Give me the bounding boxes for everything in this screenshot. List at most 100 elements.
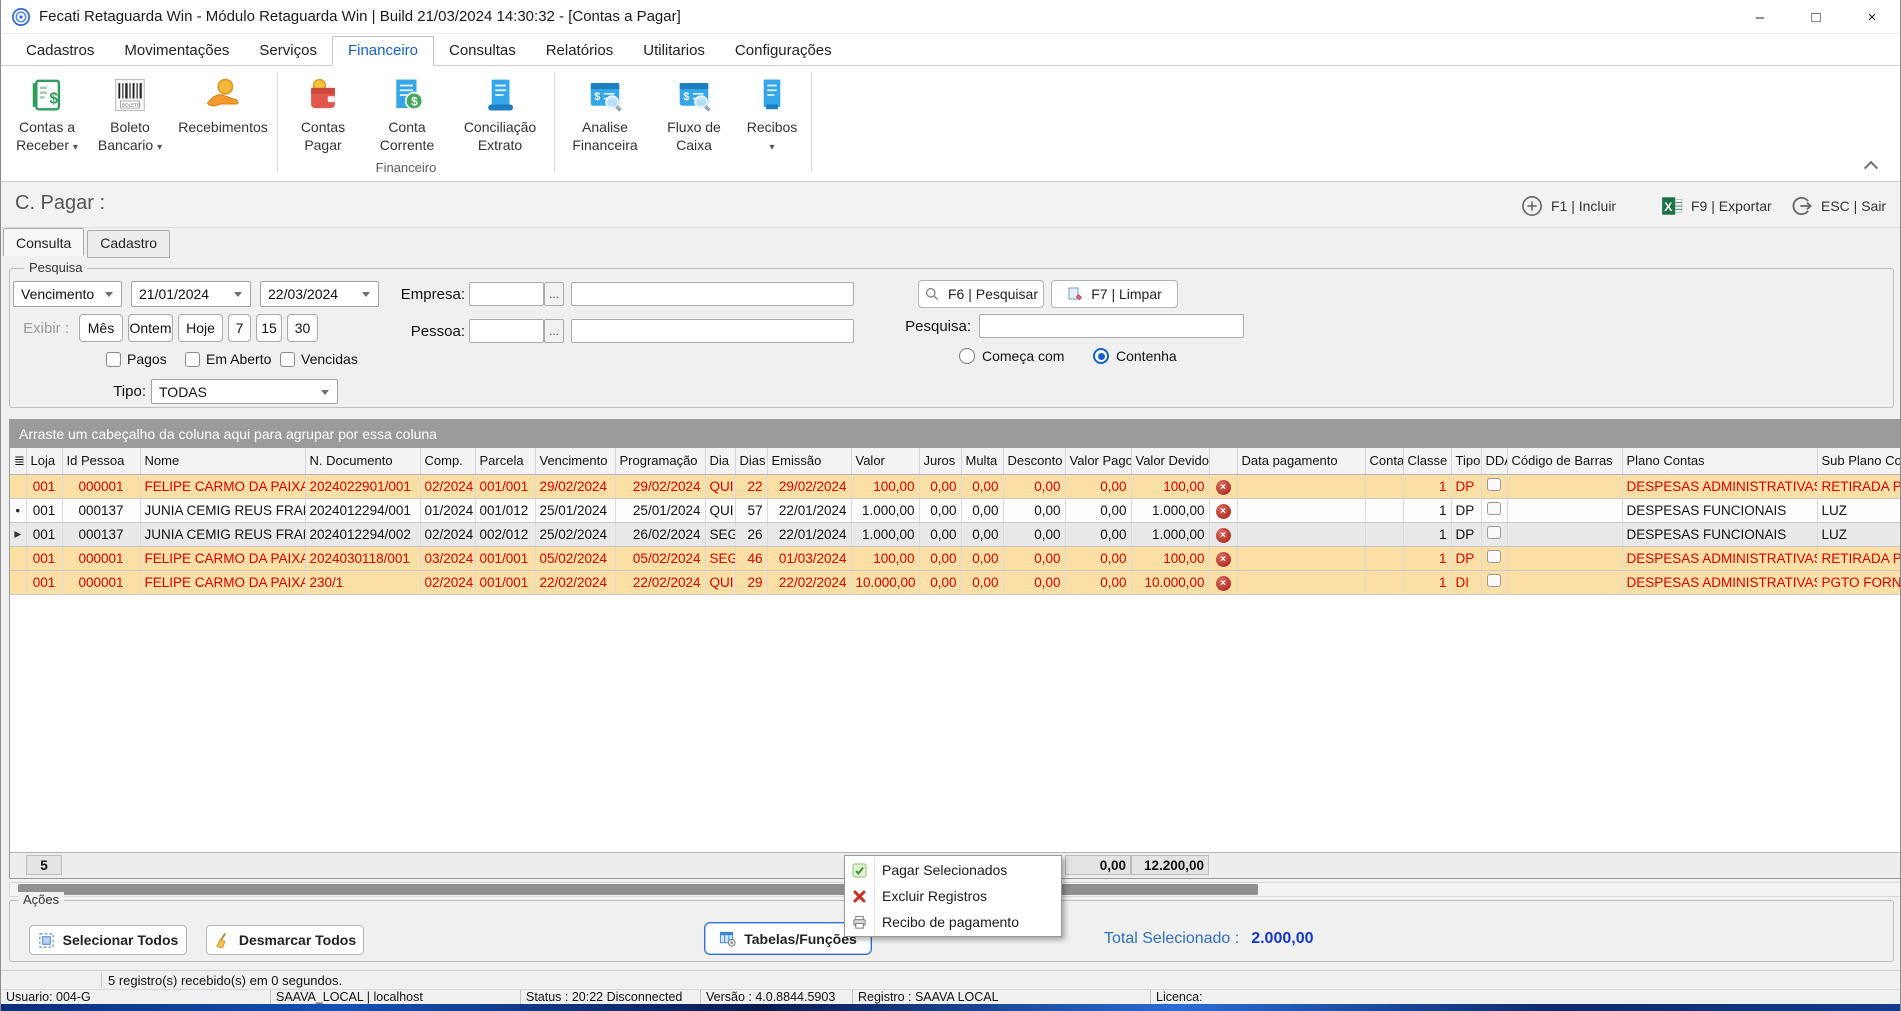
date-from-dropdown[interactable]: 21/01/2024 [131,281,251,307]
pagos-checkbox[interactable]: Pagos [106,351,167,367]
ribbon-conta-corrente-button[interactable]: $ Conta Corrente [364,72,450,154]
table-row[interactable]: 001000001FELIPE CARMO DA PAIXAO202402290… [10,474,1901,498]
empresa-code-input[interactable] [469,282,544,306]
tipo-dropdown[interactable]: TODAS [151,379,338,404]
col-header-ndoc[interactable]: N. Documento [305,448,420,474]
emissao-cell: 22/02/2024 [767,570,851,594]
exportar-button[interactable]: X F9 | Exportar [1661,192,1772,220]
col-header-valor[interactable]: Valor [851,448,919,474]
menu-cadastros[interactable]: Cadastros [11,37,109,65]
col-header-dias[interactable]: Dias [735,448,767,474]
col-header-emissao[interactable]: Emissão [767,448,851,474]
tab-cadastro[interactable]: Cadastro [87,230,170,258]
tab-consulta[interactable]: Consulta [3,228,84,256]
col-header-desconto[interactable]: Desconto [1003,448,1065,474]
col-header-codbarras[interactable]: Código de Barras [1507,448,1622,474]
minimize-button[interactable]: – [1732,0,1788,34]
ribbon-collapse-chevron-icon[interactable] [1866,160,1878,168]
quick-15-button[interactable]: 15 [256,314,282,342]
pessoa-code-input[interactable] [469,319,544,343]
pessoa-lookup-button[interactable]: ... [544,319,564,343]
quick-hoje-button[interactable]: Hoje [178,314,223,342]
ribbon-contas-a-receber-button[interactable]: $ Contas a Receber ▾ [7,72,87,157]
col-header-comp[interactable]: Comp. [420,448,475,474]
pesquisa-input[interactable] [979,314,1244,338]
cancel-circle-icon[interactable]: × [1216,576,1231,591]
col-header-parcela[interactable]: Parcela [475,448,535,474]
cancel-circle-icon[interactable]: × [1216,504,1231,519]
field-selector-dropdown[interactable]: Vencimento [13,281,122,307]
empresa-lookup-button[interactable]: ... [544,282,564,306]
menu-item-recibo-pagamento[interactable]: Recibo de pagamento [845,909,1061,935]
pessoa-name-input[interactable] [571,319,854,343]
menu-movimentacoes[interactable]: Movimentações [109,37,244,65]
col-header-multa[interactable]: Multa [961,448,1003,474]
dda-checkbox[interactable] [1487,502,1501,515]
scrollbar-thumb[interactable] [18,884,1258,895]
table-row[interactable]: 001000001FELIPE CARMO DA PAIXAO202403011… [10,546,1901,570]
dda-checkbox[interactable] [1487,526,1501,539]
col-header-sel[interactable]: ≣ [10,448,26,474]
menu-financeiro[interactable]: Financeiro [332,36,434,66]
menu-item-excluir-registros[interactable]: Excluir Registros [845,883,1061,909]
menu-configuracoes[interactable]: Configurações [720,37,847,65]
col-header-idpessoa[interactable]: Id Pessoa [62,448,140,474]
date-to-dropdown[interactable]: 22/03/2024 [260,281,379,307]
ribbon-analise-financeira-button[interactable]: $ Analise Financeira [559,72,651,154]
cancel-circle-icon[interactable]: × [1216,528,1231,543]
col-header-tipo[interactable]: Tipo [1451,448,1481,474]
table-row[interactable]: 001000001FELIPE CARMO DA PAIXAO230/102/2… [10,570,1901,594]
contenha-radio[interactable]: Contenha [1093,348,1177,364]
table-row[interactable]: •001000137JUNIA CEMIG REUS FRANCA2024012… [10,498,1901,522]
ribbon-recebimentos-button[interactable]: Recebimentos [173,72,273,136]
menu-consultas[interactable]: Consultas [434,37,531,65]
col-header-dda[interactable]: DDA [1481,448,1507,474]
em-aberto-checkbox[interactable]: Em Aberto [185,351,271,367]
menu-item-pagar-selecionados[interactable]: Pagar Selecionados [845,857,1061,883]
dda-checkbox[interactable] [1487,574,1501,587]
maximize-button[interactable]: □ [1788,0,1844,34]
vencidas-checkbox[interactable]: Vencidas [280,351,358,367]
col-header-plano[interactable]: Plano Contas [1622,448,1817,474]
col-header-dia[interactable]: Dia [705,448,735,474]
sair-button[interactable]: ESC | Sair [1791,192,1886,220]
dda-checkbox[interactable] [1487,478,1501,491]
col-header-vpago[interactable]: Valor Pago [1065,448,1131,474]
cancel-circle-icon[interactable]: × [1216,552,1231,567]
quick-30-button[interactable]: 30 [287,314,318,342]
col-header-datapag[interactable]: Data pagamento [1237,448,1365,474]
ribbon-recibos-button[interactable]: Recibos ▾ [737,72,807,157]
col-header-prog[interactable]: Programação [615,448,705,474]
incluir-button[interactable]: F1 | Incluir [1521,192,1616,220]
empresa-name-input[interactable] [571,282,854,306]
table-row[interactable]: ▸001000137JUNIA CEMIG REUS FRANCA2024012… [10,522,1901,546]
dda-checkbox[interactable] [1487,550,1501,563]
comeca-com-radio[interactable]: Começa com [959,348,1064,364]
col-header-juros[interactable]: Juros [919,448,961,474]
menu-relatorios[interactable]: Relatórios [531,37,629,65]
menu-utilitarios[interactable]: Utilitarios [628,37,720,65]
desmarcar-todos-button[interactable]: Desmarcar Todos [206,925,364,955]
col-header-vdevido[interactable]: Valor Devido [1131,448,1209,474]
col-header-nome[interactable]: Nome [140,448,305,474]
group-by-bar[interactable]: Arraste um cabeçalho da coluna aqui para… [10,420,1901,448]
col-header-venc[interactable]: Vencimento [535,448,615,474]
selecionar-todos-button[interactable]: Selecionar Todos [29,925,187,955]
quick-mes-button[interactable]: Mês [79,314,123,342]
col-header-xicon[interactable] [1209,448,1237,474]
col-header-subplano[interactable]: Sub Plano Cont [1817,448,1901,474]
ribbon-conciliacao-extrato-button[interactable]: Conciliação Extrato [450,72,550,154]
cancel-circle-icon[interactable]: × [1216,480,1231,495]
ribbon-contas-pagar-button[interactable]: Contas Pagar [282,72,364,154]
limpar-button[interactable]: F7 | Limpar [1051,280,1178,308]
ribbon-boleto-bancario-button[interactable]: BOLETO Boleto Bancario ▾ [87,72,173,157]
col-header-loja[interactable]: Loja [26,448,62,474]
col-header-classe[interactable]: Classe [1403,448,1451,474]
quick-ontem-button[interactable]: Ontem [128,314,173,342]
ribbon-fluxo-caixa-button[interactable]: $ Fluxo de Caixa [651,72,737,154]
menu-servicos[interactable]: Serviços [244,37,332,65]
col-header-conta[interactable]: Conta [1365,448,1403,474]
quick-7-button[interactable]: 7 [228,314,251,342]
close-button[interactable]: × [1844,0,1900,34]
pesquisar-button[interactable]: F6 | Pesquisar [918,280,1044,308]
